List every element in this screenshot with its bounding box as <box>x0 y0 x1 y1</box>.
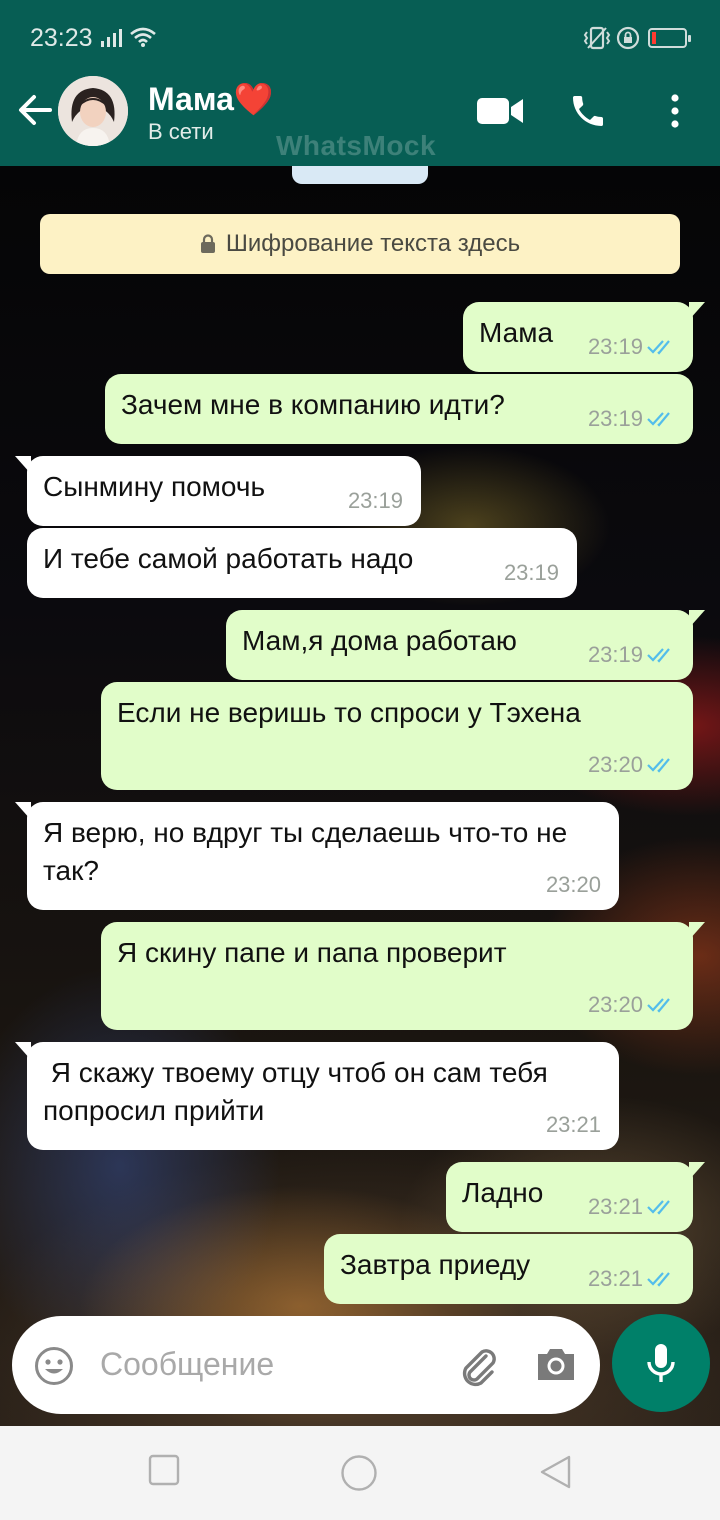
message-bubble-incoming[interactable]: И тебе самой работать надо 23:19 <box>27 528 577 598</box>
message-time: 23:21 <box>587 1194 643 1219</box>
back-icon[interactable] <box>538 1454 572 1495</box>
message-time: 23:20 <box>545 872 601 897</box>
recents-icon[interactable] <box>148 1454 180 1491</box>
status-bar: 23:23 <box>0 0 720 78</box>
avatar-photo <box>58 76 128 146</box>
message-text: Я верю, но вдруг ты сделаешь что-то не т… <box>43 817 568 886</box>
attach-icon[interactable] <box>456 1344 500 1393</box>
message-time: 23:19 <box>587 642 643 667</box>
emoji-icon[interactable] <box>34 1346 74 1391</box>
message-text: И тебе самой работать надо <box>43 543 414 574</box>
contact-avatar[interactable] <box>58 76 128 146</box>
date-divider <box>292 166 428 184</box>
message-bubble-outgoing[interactable]: Если не веришь то спроси у Тэхена 23:20 <box>101 682 693 790</box>
message-text: Если не веришь то спроси у Тэхена <box>117 697 581 728</box>
encryption-notice[interactable]: Шифрование текста здесь <box>40 214 680 274</box>
message-time: 23:21 <box>545 1112 601 1137</box>
message-meta: 23:20 <box>588 746 679 784</box>
read-ticks-icon <box>647 648 670 663</box>
message-meta: 23:20 <box>588 986 679 1024</box>
message-bubble-outgoing[interactable]: Я скину папе и папа проверит 23:20 <box>101 922 705 1030</box>
encryption-notice-text: Шифрование текста здесь <box>225 230 521 257</box>
message-meta: 23:19 <box>588 636 679 674</box>
voice-call-icon <box>573 96 603 126</box>
chat-header: 23:23 Мама❤️ В сети WhatsMock <box>0 0 720 166</box>
more-options-icon <box>671 94 679 128</box>
message-time: 23:20 <box>587 992 643 1017</box>
message-meta: 23:21 <box>588 1188 679 1226</box>
read-ticks-icon <box>647 1272 670 1287</box>
message-meta: 23:20 <box>546 866 601 904</box>
contact-name[interactable]: Мама❤️ <box>148 80 274 118</box>
alarm-lock-icon <box>616 26 640 50</box>
message-bubble-outgoing[interactable]: Мама 23:19 <box>463 302 705 372</box>
message-time: 23:19 <box>503 560 559 585</box>
message-bubble-outgoing[interactable]: Зачем мне в компанию идти? 23:19 <box>105 374 693 444</box>
message-bubble-incoming[interactable]: Сынмину помочь 23:19 <box>15 456 421 526</box>
message-meta: 23:19 <box>348 482 403 520</box>
system-nav-bar <box>0 1426 720 1520</box>
read-ticks-icon <box>647 998 670 1013</box>
home-icon[interactable] <box>340 1454 378 1497</box>
message-meta: 23:21 <box>588 1260 679 1298</box>
contact-name-text: Мама <box>148 81 234 117</box>
vibrate-icon <box>583 26 611 50</box>
heart-emoji: ❤️ <box>233 81 274 117</box>
message-meta: 23:21 <box>546 1106 601 1144</box>
voice-call-button[interactable] <box>566 90 610 132</box>
presence-status: В сети <box>148 119 214 144</box>
read-ticks-icon <box>647 1200 670 1215</box>
read-ticks-icon <box>647 412 670 427</box>
video-call-button[interactable] <box>474 90 526 132</box>
message-time: 23:19 <box>587 406 643 431</box>
message-time: 23:19 <box>347 488 403 513</box>
message-time: 23:21 <box>587 1266 643 1291</box>
message-time: 23:19 <box>587 334 643 359</box>
mic-button[interactable] <box>612 1314 710 1412</box>
message-input[interactable]: Сообщение <box>100 1346 274 1383</box>
video-call-icon <box>477 98 523 124</box>
back-arrow-icon[interactable] <box>14 90 54 130</box>
read-ticks-icon <box>647 340 670 355</box>
message-meta: 23:19 <box>504 554 559 592</box>
message-bubble-incoming[interactable]: Я скажу твоему отцу чтоб он сам тебя поп… <box>15 1042 619 1150</box>
chat-area[interactable]: Шифрование текста здесь Мама 23:19 Зачем… <box>0 166 720 1426</box>
message-text: Я скину папе и папа проверит <box>117 937 507 968</box>
wifi-icon <box>130 27 156 47</box>
status-time: 23:23 <box>30 24 93 52</box>
mic-icon <box>647 1344 675 1382</box>
signal-icon <box>101 29 122 47</box>
message-bubble-outgoing[interactable]: Ладно 23:21 <box>446 1162 705 1232</box>
more-options-button[interactable] <box>660 90 690 132</box>
camera-icon[interactable] <box>534 1344 578 1389</box>
message-meta: 23:19 <box>588 400 679 438</box>
battery-low-icon <box>648 28 691 48</box>
message-bubble-outgoing[interactable]: Завтра приеду 23:21 <box>324 1234 693 1304</box>
read-ticks-icon <box>647 758 670 773</box>
message-time: 23:20 <box>587 752 643 777</box>
lock-icon <box>200 234 216 254</box>
message-bubble-incoming[interactable]: Я верю, но вдруг ты сделаешь что-то не т… <box>15 802 619 910</box>
message-text: Я скажу твоему отцу чтоб он сам тебя поп… <box>43 1057 556 1126</box>
message-bubble-outgoing[interactable]: Мам,я дома работаю 23:19 <box>226 610 705 680</box>
message-input-bar[interactable]: Сообщение <box>12 1316 600 1414</box>
watermark: WhatsMock <box>276 130 437 161</box>
message-meta: 23:19 <box>588 328 679 366</box>
